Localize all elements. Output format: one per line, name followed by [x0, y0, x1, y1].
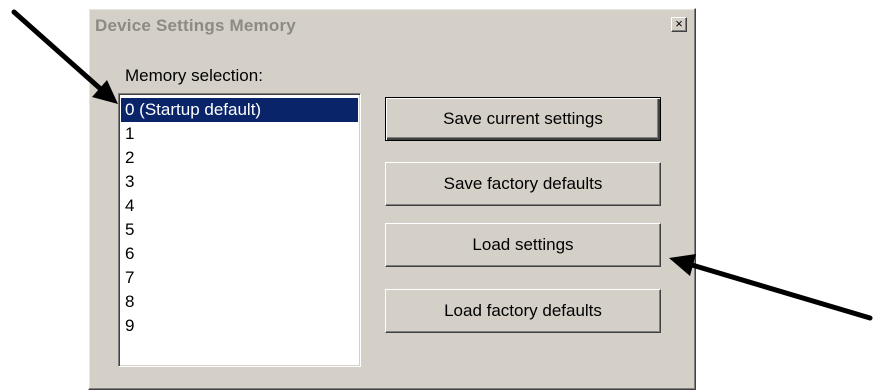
save-current-settings-button[interactable]: Save current settings — [385, 97, 661, 141]
memory-selection-label: Memory selection: — [125, 66, 263, 85]
device-settings-memory-dialog: Device Settings Memory × Memory selectio… — [88, 8, 696, 390]
load-settings-button[interactable]: Load settings — [385, 223, 661, 267]
memory-item-1[interactable]: 1 — [121, 122, 358, 146]
save-factory-defaults-button[interactable]: Save factory defaults — [385, 162, 661, 206]
title-bar[interactable]: Device Settings Memory × — [91, 11, 693, 41]
memory-item-2[interactable]: 2 — [121, 146, 358, 170]
dialog-title: Device Settings Memory — [95, 16, 296, 35]
memory-item-3[interactable]: 3 — [121, 170, 358, 194]
memory-item-8[interactable]: 8 — [121, 290, 358, 314]
memory-listbox[interactable]: 0 (Startup default) 1 2 3 4 5 6 7 8 9 — [118, 93, 361, 367]
memory-item-6[interactable]: 6 — [121, 242, 358, 266]
close-button[interactable]: × — [671, 17, 687, 32]
memory-item-9[interactable]: 9 — [121, 314, 358, 338]
memory-item-5[interactable]: 5 — [121, 218, 358, 242]
close-icon: × — [675, 16, 683, 31]
load-factory-defaults-button[interactable]: Load factory defaults — [385, 289, 661, 333]
memory-item-0[interactable]: 0 (Startup default) — [121, 98, 358, 122]
memory-item-7[interactable]: 7 — [121, 266, 358, 290]
memory-item-4[interactable]: 4 — [121, 194, 358, 218]
arrow-to-load-settings — [669, 254, 873, 321]
